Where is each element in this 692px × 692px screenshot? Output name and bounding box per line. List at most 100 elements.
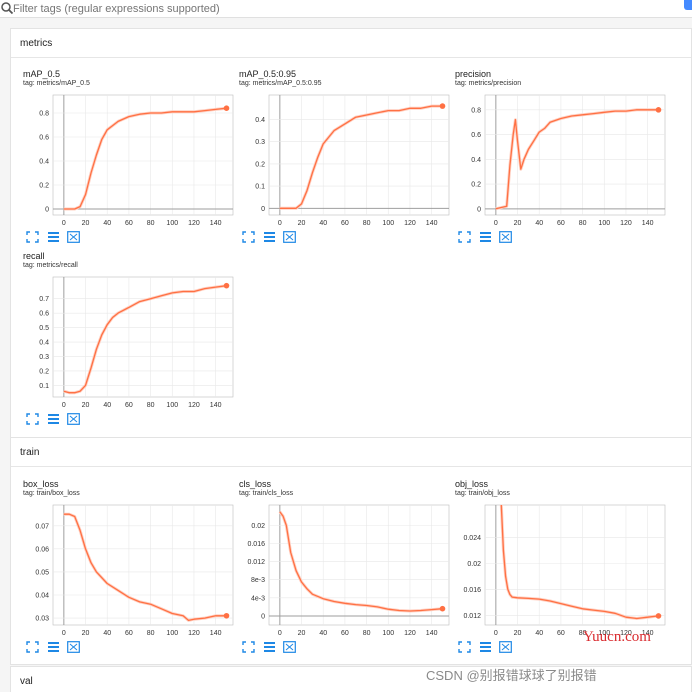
fit-domain-button[interactable] (26, 230, 39, 243)
y-tick-label: 0.2 (471, 182, 481, 189)
corner-stroke (458, 231, 462, 235)
expand-chart-button[interactable] (67, 412, 80, 425)
expand-chart-icon (67, 413, 80, 425)
corner-stroke (251, 239, 255, 243)
x-tick-label: 0 (494, 220, 498, 227)
corner-stroke (467, 649, 471, 653)
x-tick-label: 140 (426, 220, 438, 227)
toggle-y-log-button[interactable] (479, 640, 492, 652)
y-tick-label: 0.06 (35, 546, 49, 553)
chart-tag: tag: train/box_loss (23, 490, 80, 497)
expand-chart-button[interactable] (67, 230, 80, 243)
expand-chart-button[interactable] (283, 640, 296, 653)
toggle-y-log-button[interactable] (479, 230, 492, 242)
fit-domain-button[interactable] (26, 412, 39, 425)
toggle-y-log-button[interactable] (47, 230, 60, 242)
fit-domain-button[interactable] (458, 640, 471, 653)
x-tick-label: 140 (210, 402, 222, 409)
expand-chart-button[interactable] (499, 640, 512, 653)
toggle-y-log-button[interactable] (263, 640, 276, 652)
fit-domain-button[interactable] (26, 640, 39, 653)
x-tick-label: 20 (82, 630, 90, 637)
y-tick-label: 0.1 (255, 184, 265, 191)
expand-chart-icon (283, 641, 296, 653)
chart-toolbar (26, 640, 96, 653)
corner-stroke (458, 649, 462, 653)
y-tick-label: 8e-3 (251, 577, 265, 584)
y-tick-label: 0.3 (255, 139, 265, 146)
bar-stroke (264, 650, 275, 652)
last-point-marker (439, 103, 446, 109)
corner-stroke (26, 421, 30, 425)
bar-stroke (264, 236, 275, 238)
y-tick-label: 0.4 (471, 157, 481, 164)
bar-stroke (264, 642, 275, 644)
line-chart[interactable]: 0 20 40 60 80 100 120 140 0 0.2 0.4 0.6 0.8 (455, 91, 669, 231)
expand-chart-icon (499, 231, 512, 243)
chart-title: mAP_0.5 (23, 69, 61, 79)
x-tick-label: 80 (147, 630, 155, 637)
fit-domain-icon (26, 641, 39, 653)
chart-tag: tag: train/cls_loss (239, 490, 294, 497)
expand-chart-button[interactable] (499, 230, 512, 243)
last-point-marker (655, 613, 662, 619)
fit-domain-button[interactable] (458, 230, 471, 243)
bar-stroke (480, 240, 491, 242)
line-chart[interactable]: 0 20 40 60 80 100 120 140 0 0.1 0.2 0.3 0.4 (239, 91, 453, 231)
line-chart[interactable]: 0 20 40 60 80 100 120 140 0 4e-3 8e-3 0.012 0.016 0.0… (239, 501, 453, 641)
sidebar-toggle-tab[interactable] (684, 0, 692, 10)
x-tick-label: 40 (319, 630, 327, 637)
y-tick-label: 0.2 (255, 161, 265, 168)
y-tick-label: 0.4 (39, 340, 49, 347)
x-tick-label: 40 (319, 220, 327, 227)
chart-tag: tag: metrics/recall (23, 262, 78, 269)
line-chart[interactable]: 0 20 40 60 80 100 120 140 0.03 0.04 0.05 0.06 0.07 (23, 501, 237, 641)
x-tick-label: 100 (166, 630, 178, 637)
corner-stroke (35, 641, 39, 645)
chart-tag: tag: metrics/mAP_0.5:0.95 (239, 80, 322, 87)
line-chart[interactable]: 0 20 40 60 80 100 120 140 0.1 0.2 0.3 0.4 0.5 0.6 0.7 (23, 273, 237, 413)
x-tick-label: 60 (557, 630, 565, 637)
section-title[interactable]: metrics (11, 29, 691, 58)
y-tick-label: 0.012 (463, 613, 481, 620)
bar-stroke (48, 642, 59, 644)
y-tick-label: 0.07 (35, 523, 49, 530)
x-tick-label: 20 (514, 220, 522, 227)
bar-stroke (480, 236, 491, 238)
x-tick-label: 40 (103, 220, 111, 227)
x-tick-label: 0 (62, 220, 66, 227)
bar-stroke (480, 650, 491, 652)
x-tick-label: 60 (125, 402, 133, 409)
fit-domain-button[interactable] (242, 640, 255, 653)
expand-chart-button[interactable] (283, 230, 296, 243)
chart-toolbar (458, 230, 528, 243)
line-chart[interactable]: 0 20 40 60 80 100 120 140 0 0.2 0.4 0.6 0.8 (23, 91, 237, 231)
x-tick-label: 80 (147, 402, 155, 409)
x-tick-label: 40 (103, 402, 111, 409)
corner-stroke (35, 231, 39, 235)
expand-chart-icon (67, 641, 80, 653)
bar-stroke (480, 642, 491, 644)
line-chart[interactable]: 0 20 40 60 80 100 120 140 0.012 0.016 0.02 0.024 (455, 501, 669, 641)
corner-stroke (467, 231, 471, 235)
chart-svg: 0 20 40 60 80 100 120 140 0.03 0.04 0.05 0.06 0.07 (35, 504, 234, 637)
toggle-y-log-icon (264, 642, 275, 652)
y-tick-label: 0 (477, 206, 481, 213)
toggle-y-log-button[interactable] (263, 230, 276, 242)
toggle-y-log-button[interactable] (47, 412, 60, 424)
y-tick-label: 0.1 (39, 383, 49, 390)
fit-domain-button[interactable] (242, 230, 255, 243)
fit-domain-icon (242, 641, 255, 653)
y-tick-label: 0.05 (35, 569, 49, 576)
bar-stroke (48, 240, 59, 242)
tag-filter-input[interactable] (13, 1, 673, 16)
bar-stroke (480, 232, 491, 234)
chart-toolbar (26, 230, 96, 243)
chart-title: mAP_0.5:0.95 (239, 69, 297, 79)
expand-chart-button[interactable] (67, 640, 80, 653)
x-tick-label: 40 (103, 630, 111, 637)
toggle-y-log-button[interactable] (47, 640, 60, 652)
y-tick-label: 0.7 (39, 296, 49, 303)
toggle-y-log-icon (480, 232, 491, 242)
section-title[interactable]: train (11, 438, 691, 467)
